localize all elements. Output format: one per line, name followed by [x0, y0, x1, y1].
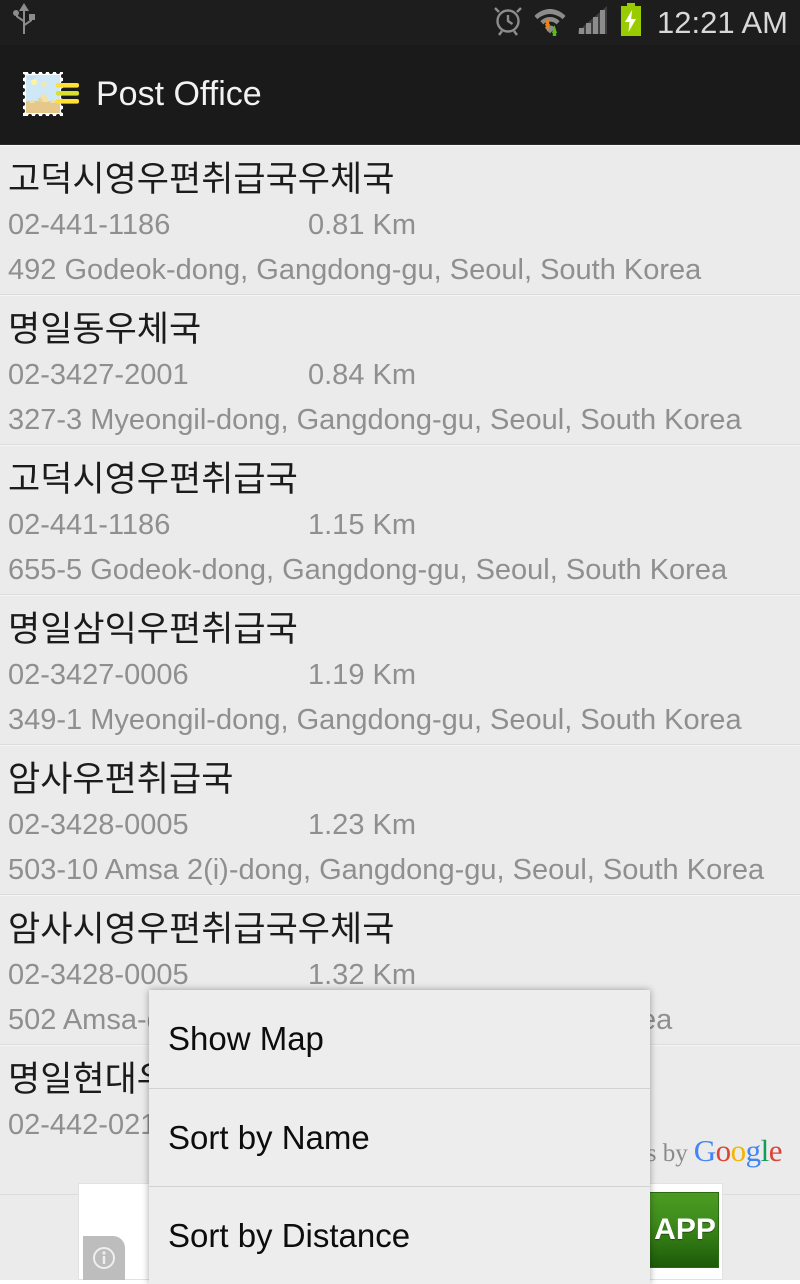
post-office-meta: 02-3428-0005 1.23 Km [8, 802, 792, 848]
post-office-phone: 02-3427-0006 [8, 659, 189, 691]
post-office-phone: 02-441-1186 [8, 209, 171, 241]
status-bar-right-icons: 12:21 AM [492, 2, 788, 43]
post-office-address: 655-5 Godeok-dong, Gangdong-gu, Seoul, S… [8, 554, 728, 586]
post-office-distance: 0.81 Km [308, 209, 416, 241]
post-office-address: 327-3 Myeongil-dong, Gangdong-gu, Seoul,… [8, 404, 742, 436]
usb-icon [12, 3, 36, 42]
post-office-meta: 02-441-1186 1.15 Km [8, 502, 792, 548]
post-office-phone: 02-3428-0005 [8, 809, 189, 841]
post-office-phone: 02-441-1186 [8, 509, 171, 541]
alarm-icon [492, 3, 524, 42]
ad-install-label: APP [654, 1213, 716, 1246]
post-office-address: 492 Godeok-dong, Gangdong-gu, Seoul, Sou… [8, 254, 702, 286]
list-item[interactable]: 명일동우체국 02-3427-2001 0.84 Km 327-3 Myeong… [0, 295, 800, 445]
signal-bars-icon [576, 3, 610, 42]
page-title: Post Office [96, 75, 262, 113]
menu-item-show-map[interactable]: Show Map [149, 990, 650, 1088]
post-office-name: 암사시영우편취급국우체국 [8, 910, 395, 949]
status-bar-left-icons [12, 3, 36, 42]
list-item[interactable]: 명일삼익우편취급국 02-3427-0006 1.19 Km 349-1 Mye… [0, 595, 800, 745]
wifi-data-icon [533, 3, 567, 42]
app-title-bar: Post Office [0, 45, 800, 145]
status-bar: 12:21 AM [0, 0, 800, 45]
post-office-name: 명일삼익우편취급국 [8, 610, 298, 649]
post-office-phone: 02-3427-2001 [8, 359, 189, 391]
menu-item-sort-by-distance[interactable]: Sort by Distance [149, 1186, 650, 1284]
post-office-distance: 0.84 Km [308, 359, 416, 391]
post-office-distance: 1.19 Km [308, 659, 416, 691]
post-office-address: 349-1 Myeongil-dong, Gangdong-gu, Seoul,… [8, 704, 742, 736]
post-office-meta: 02-441-1186 0.81 Km [8, 202, 792, 248]
list-item[interactable]: 암사우편취급국 02-3428-0005 1.23 Km 503-10 Amsa… [0, 745, 800, 895]
post-office-name: 암사우편취급국 [8, 760, 234, 799]
post-office-name: 고덕시영우편취급국 [8, 460, 298, 499]
post-office-address: 503-10 Amsa 2(i)-dong, Gangdong-gu, Seou… [8, 854, 765, 886]
menu-item-label: Sort by Distance [168, 1216, 411, 1254]
post-office-distance: 1.15 Km [308, 509, 416, 541]
menu-item-label: Show Map [168, 1020, 324, 1057]
context-menu[interactable]: Show Map Sort by Name Sort by Distance [149, 990, 650, 1284]
post-office-name: 명일동우체국 [8, 310, 202, 349]
status-bar-clock: 12:21 AM [657, 4, 788, 40]
menu-item-sort-by-name[interactable]: Sort by Name [149, 1088, 650, 1186]
post-office-name: 고덕시영우편취급국우체국 [8, 160, 395, 199]
ad-info-icon[interactable] [83, 1236, 125, 1280]
postage-stamp-icon [21, 69, 80, 121]
battery-charging-icon [619, 2, 643, 43]
post-office-meta: 02-3427-0006 1.19 Km [8, 652, 792, 698]
post-office-meta: 02-3427-2001 0.84 Km [8, 352, 792, 398]
list-item[interactable]: 고덕시영우편취급국우체국 02-441-1186 0.81 Km 492 God… [0, 145, 800, 295]
menu-item-label: Sort by Name [168, 1118, 370, 1156]
post-office-distance: 1.23 Km [308, 809, 416, 841]
list-item[interactable]: 고덕시영우편취급국 02-441-1186 1.15 Km 655-5 Gode… [0, 445, 800, 595]
